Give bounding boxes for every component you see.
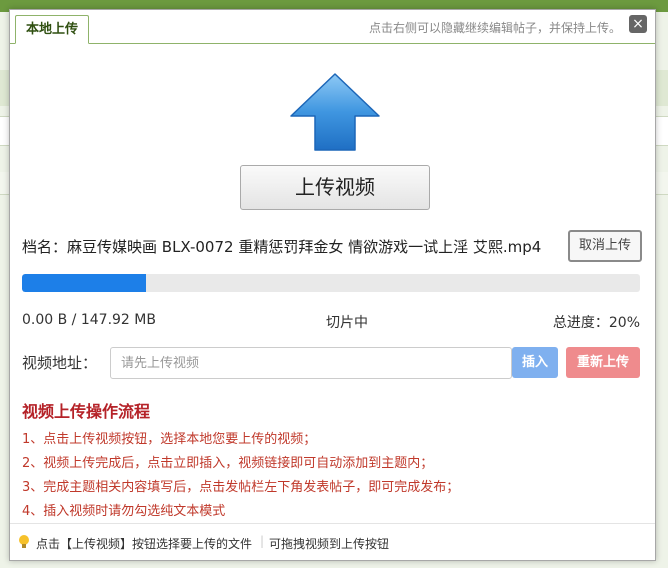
reupload-button[interactable]: 重新上传 [566, 347, 640, 378]
file-name-value: 麻豆传媒映画 BLX-0072 重精惩罚拜金女 情欲游戏一试上淫 艾熙.mp4 [67, 238, 542, 256]
upload-arrow-icon[interactable] [289, 72, 381, 152]
video-url-label: 视频地址： [22, 354, 98, 372]
dialog-header: 本地上传 点击右侧可以隐藏继续编辑帖子，并保持上传。 × [10, 10, 655, 44]
dialog-footer: 点击【上传视频】按钮选择要上传的文件 | 可拖拽视频到上传按钮 [10, 523, 655, 560]
lightbulb-icon [19, 535, 29, 548]
upload-size-text: 0.00 B / 147.92 MB [22, 312, 156, 328]
upload-area: 上传视频 [10, 44, 655, 214]
cancel-upload-button[interactable]: 取消上传 [568, 230, 642, 262]
total-progress-text: 总进度：20% [552, 315, 640, 331]
file-name-prefix: 档名： [22, 238, 68, 256]
file-info-row: 档名：麻豆传媒映画 BLX-0072 重精惩罚拜金女 情欲游戏一试上淫 艾熙.m… [22, 230, 642, 264]
footer-tip: 点击【上传视频】按钮选择要上传的文件 [36, 537, 253, 551]
guide-step: 4、插入视频时请勿勾选纯文本模式 [22, 504, 226, 519]
progress-stats: 0.00 B / 147.92 MB 切片中 总进度：20% [22, 310, 640, 332]
video-url-row: 视频地址： 插入 重新上传 [22, 347, 640, 381]
video-url-input[interactable] [110, 347, 512, 379]
progress-bar [22, 274, 640, 292]
guide-step: 3、完成主题相关内容填写后，点击发帖栏左下角发表帖子，即可完成发布； [22, 480, 460, 495]
upload-guide: 视频上传操作流程 1、点击上传视频按钮，选择本地您要上传的视频； 2、视频上传完… [22, 398, 640, 524]
upload-video-button[interactable]: 上传视频 [240, 165, 430, 210]
guide-step: 2、视频上传完成后，点击立即插入，视频链接即可自动添加到主题内； [22, 456, 434, 471]
progress-fill [22, 274, 146, 292]
guide-title: 视频上传操作流程 [22, 402, 151, 421]
footer-separator: | [260, 534, 265, 548]
file-name: 档名：麻豆传媒映画 BLX-0072 重精惩罚拜金女 情欲游戏一试上淫 艾熙.m… [22, 236, 541, 257]
upload-status-text: 切片中 [326, 315, 368, 331]
upload-dialog: 本地上传 点击右侧可以隐藏继续编辑帖子，并保持上传。 × 上传视频 档名：麻豆传… [9, 9, 656, 561]
header-tip: 点击右侧可以隐藏继续编辑帖子，并保持上传。 [368, 21, 621, 35]
insert-button[interactable]: 插入 [512, 347, 558, 378]
guide-step: 1、点击上传视频按钮，选择本地您要上传的视频； [22, 432, 317, 447]
footer-drag-tip: 可拖拽视频到上传按钮 [269, 537, 390, 551]
tab-local-upload[interactable]: 本地上传 [15, 15, 89, 44]
close-icon[interactable]: × [629, 15, 647, 33]
